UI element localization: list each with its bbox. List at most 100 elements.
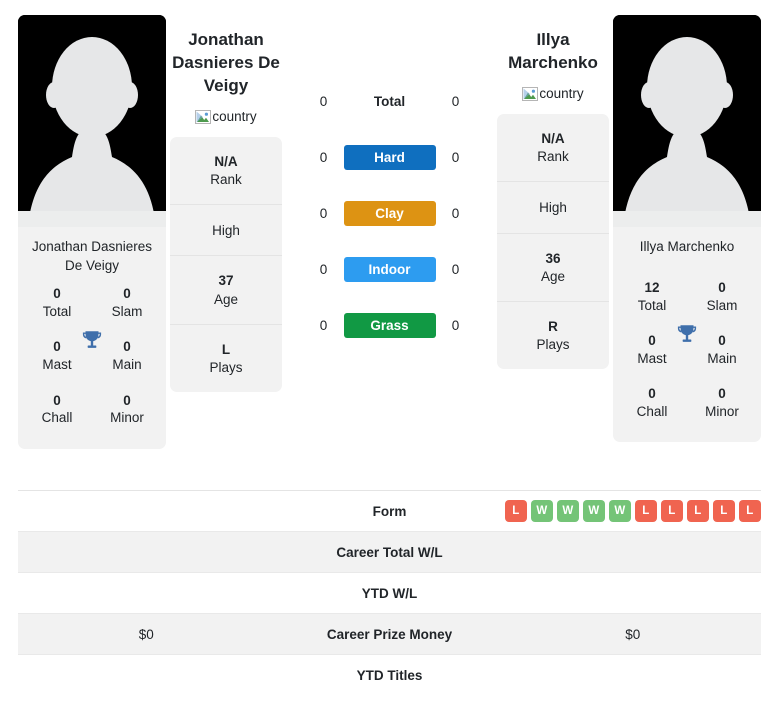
form-badge[interactable]: L [686,500,709,522]
form-badge[interactable]: L [712,500,735,522]
comparison-stats-table: Form L W W W W L L L L L Career Total W/… [18,490,761,696]
stat-chall-value-right: 0 [648,386,656,402]
player-card-name-left: Jonathan Dasnieres De Veigy [31,239,153,274]
country-flag-right: country [497,86,609,102]
form-badge[interactable]: W [582,500,605,522]
player-card-right[interactable]: Illya Marchenko 12 Total 0 Slam 0 Mast 0… [613,15,761,443]
stat-slam-value-right: 0 [718,280,726,295]
info-age-label-left: Age [213,291,239,307]
table-row-career-total-wl: Career Total W/L [18,532,761,573]
stat-chall-label-right: Chall [636,403,668,419]
info-age-value-left: 37 [218,273,234,289]
form-badge[interactable]: L [738,500,761,522]
surface-row-hard: 0 Hard 0 [292,129,487,185]
stat-minor-value-left: 0 [123,392,131,408]
stat-chall-left: 0 Chall [22,382,92,435]
form-badge[interactable]: L [504,500,527,522]
form-badge[interactable]: W [556,500,579,522]
info-plays-label-left: Plays [209,360,243,376]
stat-total-label-right: Total [637,297,667,313]
info-plays-right: R Plays [497,302,609,369]
table-row-form: Form L W W W W L L L L L [18,491,761,532]
player-info-column-left: Jonathan Dasnieres De Veigy country N/A … [166,15,286,393]
surface-hard-left-value: 0 [319,149,328,165]
ytd-wl-label: YTD W/L [361,585,418,601]
surface-hard-badge[interactable]: Hard [343,144,436,170]
career-prize-money-left-value: $0 [138,626,154,642]
stat-mast-label-left: Mast [42,356,72,372]
stat-minor-value-right: 0 [718,386,726,402]
stat-minor-left: 0 Minor [92,382,162,435]
surface-clay-right-value: 0 [451,205,460,221]
form-right-cell: L W W W W L L L L L [504,500,762,522]
surface-indoor-left-value: 0 [319,261,328,277]
stat-chall-right: 0 Chall [617,375,687,428]
surface-grass-badge[interactable]: Grass [343,312,436,338]
country-flag-left: country [170,109,282,125]
surface-titles-column: 0 Total 0 0 Hard 0 0 Clay 0 0 Indoor 0 0… [286,73,493,353]
surface-indoor-right-value: 0 [451,261,460,277]
info-high-right: High [497,182,609,234]
form-badge[interactable]: L [634,500,657,522]
stat-slam-left: 0 Slam [92,275,162,328]
surface-total-right-value: 0 [451,93,460,109]
info-age-label-right: Age [540,268,566,284]
player-comparison-header: Jonathan Dasnieres De Veigy 0 Total 0 Sl… [0,0,779,490]
career-total-wl-label: Career Total W/L [336,544,443,560]
stat-main-label-right: Main [707,350,737,366]
player-card-name-right: Illya Marchenko [639,239,735,254]
player-info-card-left: N/A Rank High 37 Age L Plays [170,136,282,393]
surface-clay-badge[interactable]: Clay [343,200,436,226]
form-badge[interactable]: W [530,500,553,522]
info-age-right: 36 Age [497,234,609,302]
stat-total-value-right: 12 [644,280,660,295]
player-titles-grid-left: 0 Total 0 Slam 0 Mast 0 Main 0 Chall 0 M… [18,275,166,434]
stat-slam-right: 0 Slam [687,269,757,322]
player-titles-grid-right: 12 Total 0 Slam 0 Mast 0 Main 0 Chall 0 … [613,269,761,428]
surface-indoor-badge[interactable]: Indoor [343,256,436,282]
player-avatar-left [18,15,166,227]
info-plays-value-right: R [548,318,558,334]
ytd-titles-label: YTD Titles [356,668,423,683]
stat-slam-label-left: Slam [111,303,143,319]
stat-main-label-left: Main [112,356,142,372]
broken-image-icon [522,86,539,102]
info-high-label-right: High [539,200,567,216]
stat-total-right: 12 Total [617,269,687,322]
player-name-right: Illya Marchenko [508,30,598,72]
country-alt-text-left: country [212,109,257,125]
career-prize-money-label: Career Prize Money [326,626,453,642]
surface-grass-left-value: 0 [319,317,328,333]
surface-row-grass: 0 Grass 0 [292,297,487,353]
info-age-left: 37 Age [170,256,282,325]
info-rank-label-right: Rank [537,149,569,165]
stat-chall-label-left: Chall [41,410,73,426]
player-avatar-right [613,15,761,227]
info-plays-label-right: Plays [536,337,570,353]
trophy-icon-left [79,328,105,354]
form-badge[interactable]: L [660,500,683,522]
stat-chall-value-left: 0 [53,392,61,408]
stat-total-left: 0 Total [22,275,92,328]
player-card-left[interactable]: Jonathan Dasnieres De Veigy 0 Total 0 Sl… [18,15,166,449]
career-prize-money-right-value: $0 [625,626,641,642]
info-plays-value-left: L [221,341,231,357]
stat-slam-value-left: 0 [123,286,131,302]
country-alt-text-right: country [539,86,584,102]
info-high-left: High [170,205,282,257]
surface-row-total: 0 Total 0 [292,73,487,129]
stat-minor-label-right: Minor [705,403,739,419]
surface-hard-right-value: 0 [451,149,460,165]
info-rank-label-left: Rank [210,172,242,188]
stat-total-label-left: Total [42,303,72,319]
info-rank-right: N/A Rank [497,114,609,183]
trophy-icon-right [674,322,700,348]
form-badge[interactable]: W [608,500,631,522]
broken-image-icon [195,109,212,125]
info-rank-left: N/A Rank [170,137,282,206]
table-row-ytd-titles: YTD Titles [18,655,761,696]
player-info-card-right: N/A Rank High 36 Age R Plays [497,113,609,370]
info-rank-value-right: N/A [541,130,565,146]
player-info-column-right: Illya Marchenko country N/A Rank High 36… [493,15,613,370]
surface-total-label: Total [373,93,406,109]
